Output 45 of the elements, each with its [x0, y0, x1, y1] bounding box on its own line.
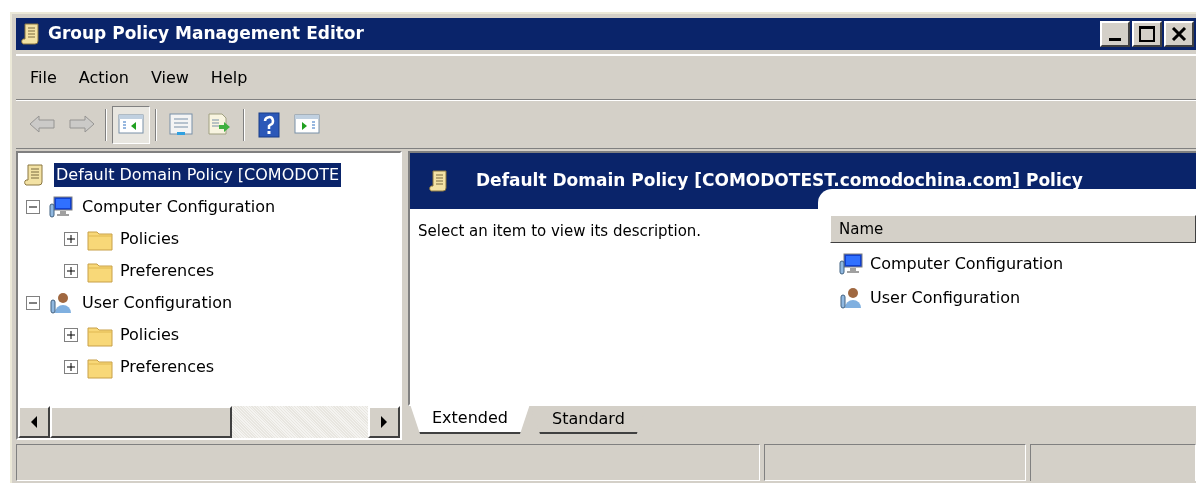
minus-icon	[29, 299, 37, 307]
details-title: Default Domain Policy [COMODOTEST.comodochina.com] Policy	[476, 169, 1083, 193]
computer-icon	[838, 252, 866, 276]
properties-icon	[166, 111, 196, 138]
expand-toggle[interactable]	[64, 360, 78, 374]
column-header[interactable]: Name	[830, 215, 1196, 243]
scroll-icon	[428, 169, 450, 193]
collapse-toggle[interactable]	[26, 296, 40, 310]
minimize-button[interactable]	[1100, 21, 1130, 47]
menu-item[interactable]: File	[22, 65, 65, 90]
expand-toggle[interactable]	[64, 328, 78, 342]
collapse-toggle[interactable]	[26, 200, 40, 214]
minus-icon	[29, 203, 37, 211]
right-arrow-icon	[381, 416, 387, 428]
close-icon	[1171, 27, 1187, 41]
plus-icon	[67, 331, 75, 339]
list-item[interactable]: Computer Configuration	[870, 252, 1064, 276]
description-text: Select an item to view its description.	[418, 222, 702, 240]
menu-item[interactable]: Help	[202, 65, 256, 90]
window-title: Group Policy Management Editor	[48, 22, 364, 46]
toolbar-button[interactable]	[112, 105, 150, 144]
scroll-right-button[interactable]	[368, 406, 400, 438]
tree-item[interactable]: Preferences	[118, 355, 217, 379]
tree-item[interactable]: Policies	[118, 227, 182, 251]
close-button[interactable]	[1164, 21, 1194, 47]
tree-item[interactable]: User Configuration	[80, 291, 235, 315]
scrollbar-thumb[interactable]	[50, 406, 232, 438]
plus-icon	[67, 363, 75, 371]
tree-item[interactable]: Preferences	[118, 259, 217, 283]
scroll-icon	[20, 22, 42, 46]
tree-item[interactable]: Computer Configuration	[80, 195, 278, 219]
list-item[interactable]: User Configuration	[870, 286, 1021, 310]
scroll-left-button[interactable]	[18, 406, 50, 438]
tree-item[interactable]: Default Domain Policy [COMODOTE	[54, 163, 342, 187]
tree-item[interactable]: Policies	[118, 323, 182, 347]
menu-item[interactable]: Action	[70, 65, 137, 90]
computer-icon	[48, 195, 76, 219]
plus-icon	[67, 267, 75, 275]
left-arrow-icon	[31, 416, 37, 428]
menu-item[interactable]: View	[142, 65, 197, 90]
maximize-button[interactable]	[1132, 21, 1162, 47]
expand-toggle[interactable]	[64, 232, 78, 246]
plus-icon	[67, 235, 75, 243]
expand-toggle[interactable]	[64, 264, 78, 278]
tab[interactable]: Extended	[410, 404, 530, 434]
